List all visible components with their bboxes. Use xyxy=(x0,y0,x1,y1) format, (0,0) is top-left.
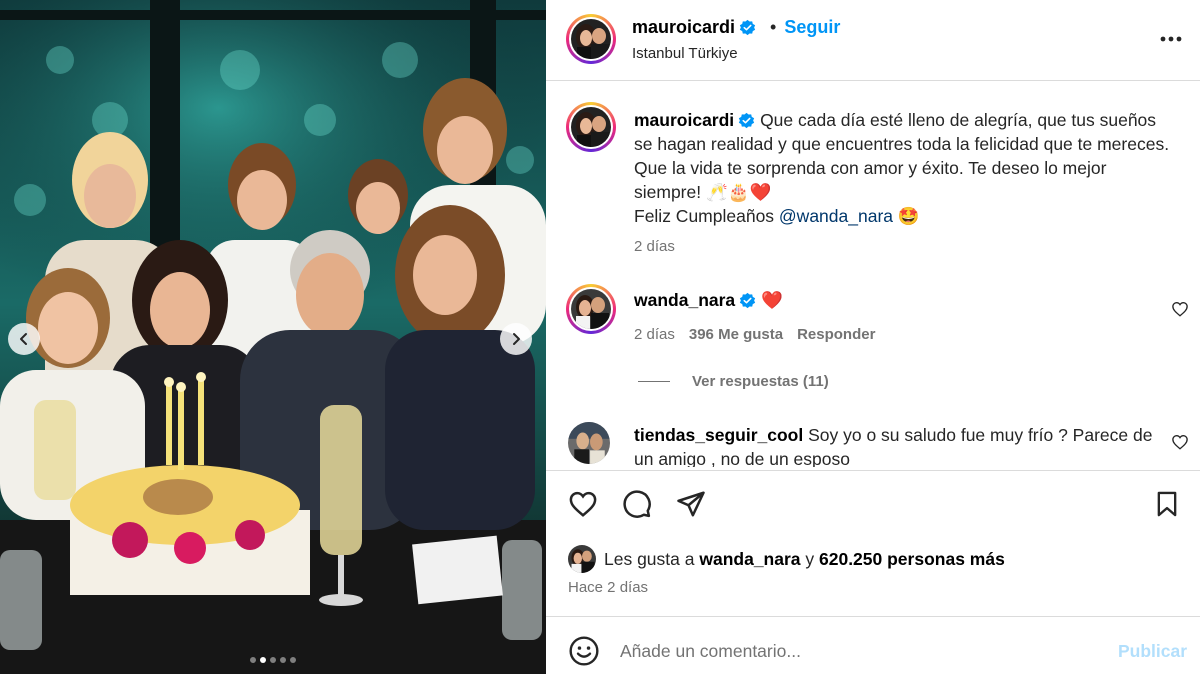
like-comment-heart-icon[interactable] xyxy=(1171,433,1189,451)
comment-time: 2 días xyxy=(634,326,675,343)
comment: wanda_nara ❤️ xyxy=(634,290,783,311)
avatar-image xyxy=(571,289,611,329)
previous-photo-button[interactable] xyxy=(8,323,40,355)
publish-button[interactable]: Publicar xyxy=(1118,641,1187,662)
comment-input[interactable] xyxy=(620,638,1080,664)
like-button[interactable] xyxy=(564,485,602,523)
paper-plane-icon xyxy=(677,491,705,517)
comment-avatar-wanda[interactable] xyxy=(566,284,616,334)
caption-mention-link[interactable]: @wanda_nara xyxy=(779,206,893,226)
likes-prefix: Les gusta a xyxy=(604,548,695,569)
author-username[interactable]: mauroicardi xyxy=(632,17,735,37)
post-location[interactable]: Istanbul Türkiye xyxy=(632,45,738,62)
post-media xyxy=(0,0,546,674)
next-photo-button[interactable] xyxy=(500,323,532,355)
avatar-image xyxy=(571,19,611,59)
carousel-dots xyxy=(0,657,546,663)
like-comment-heart-icon[interactable] xyxy=(1171,300,1189,318)
post-actions-bar xyxy=(546,485,1200,527)
author-header: mauroicardi • Seguir xyxy=(632,17,840,38)
footer-divider xyxy=(546,616,1200,617)
chevron-right-icon xyxy=(513,333,520,345)
post-photo xyxy=(0,0,546,674)
post-caption: mauroicardi Que cada día esté lleno de a… xyxy=(634,108,1174,228)
verified-badge-icon xyxy=(740,292,756,309)
header-separator: • xyxy=(770,17,777,37)
likes-middle: y xyxy=(800,548,819,569)
carousel-dot xyxy=(280,657,286,663)
carousel-dot xyxy=(260,657,266,663)
more-options-icon xyxy=(1160,36,1182,42)
comment-username[interactable]: tiendas_seguir_cool xyxy=(634,425,803,445)
comment-button[interactable] xyxy=(618,485,656,523)
carousel-dot xyxy=(290,657,296,663)
verified-badge-icon xyxy=(739,19,756,36)
follow-button[interactable]: Seguir xyxy=(784,17,840,37)
caption-time: 2 días xyxy=(634,238,675,255)
comment-username[interactable]: wanda_nara xyxy=(634,290,735,310)
view-replies-button[interactable]: Ver respuestas (11) xyxy=(638,373,829,390)
likes-count[interactable]: 620.250 personas más xyxy=(819,549,1005,570)
carousel-dot xyxy=(250,657,256,663)
add-comment-row: Publicar xyxy=(546,632,1200,672)
bookmark-icon xyxy=(1157,491,1177,517)
author-avatar[interactable] xyxy=(566,14,616,64)
comment-avatar-tiendas[interactable] xyxy=(568,422,610,464)
caption-author-avatar[interactable] xyxy=(566,102,616,152)
likes-user[interactable]: wanda_nara xyxy=(699,549,800,570)
avatar-image xyxy=(571,107,611,147)
chevron-left-icon xyxy=(20,333,27,345)
liker-avatar[interactable] xyxy=(568,545,596,573)
comment: tiendas_seguir_cool Soy yo o su saludo f… xyxy=(634,423,1164,467)
emoji-icon[interactable] xyxy=(568,635,600,667)
post-time-ago: Hace 2 días xyxy=(568,579,649,596)
carousel-dot xyxy=(270,657,276,663)
comment-likes-count[interactable]: 396 Me gusta xyxy=(689,326,783,343)
heart-icon xyxy=(569,491,597,517)
comments-divider xyxy=(546,470,1200,471)
likes-summary: Les gusta a wanda_nara y 620.250 persona… xyxy=(568,545,1005,573)
share-button[interactable] xyxy=(672,485,710,523)
instagram-post-dialog: mauroicardi • Seguir Istanbul Türkiye maur… xyxy=(0,0,1200,674)
post-side-panel: mauroicardi • Seguir Istanbul Türkiye maur… xyxy=(546,0,1200,674)
comment-meta: 2 días 396 Me gusta Responder xyxy=(634,326,875,343)
save-button[interactable] xyxy=(1148,485,1186,523)
view-replies-label: Ver respuestas (11) xyxy=(692,373,829,390)
comment-text: ❤️ xyxy=(756,290,783,310)
header-divider xyxy=(546,80,1200,81)
caption-line2-prefix: Feliz Cumpleaños xyxy=(634,206,779,226)
comment-bubble-icon xyxy=(623,490,651,518)
replies-line xyxy=(638,381,670,382)
reply-button[interactable]: Responder xyxy=(797,326,875,343)
verified-badge-icon xyxy=(739,112,755,129)
more-options-button[interactable] xyxy=(1158,26,1184,52)
caption-username[interactable]: mauroicardi xyxy=(634,110,734,130)
avatar-image xyxy=(568,545,596,573)
caption-line2-emoji: 🤩 xyxy=(893,206,920,226)
avatar-image xyxy=(568,422,610,464)
